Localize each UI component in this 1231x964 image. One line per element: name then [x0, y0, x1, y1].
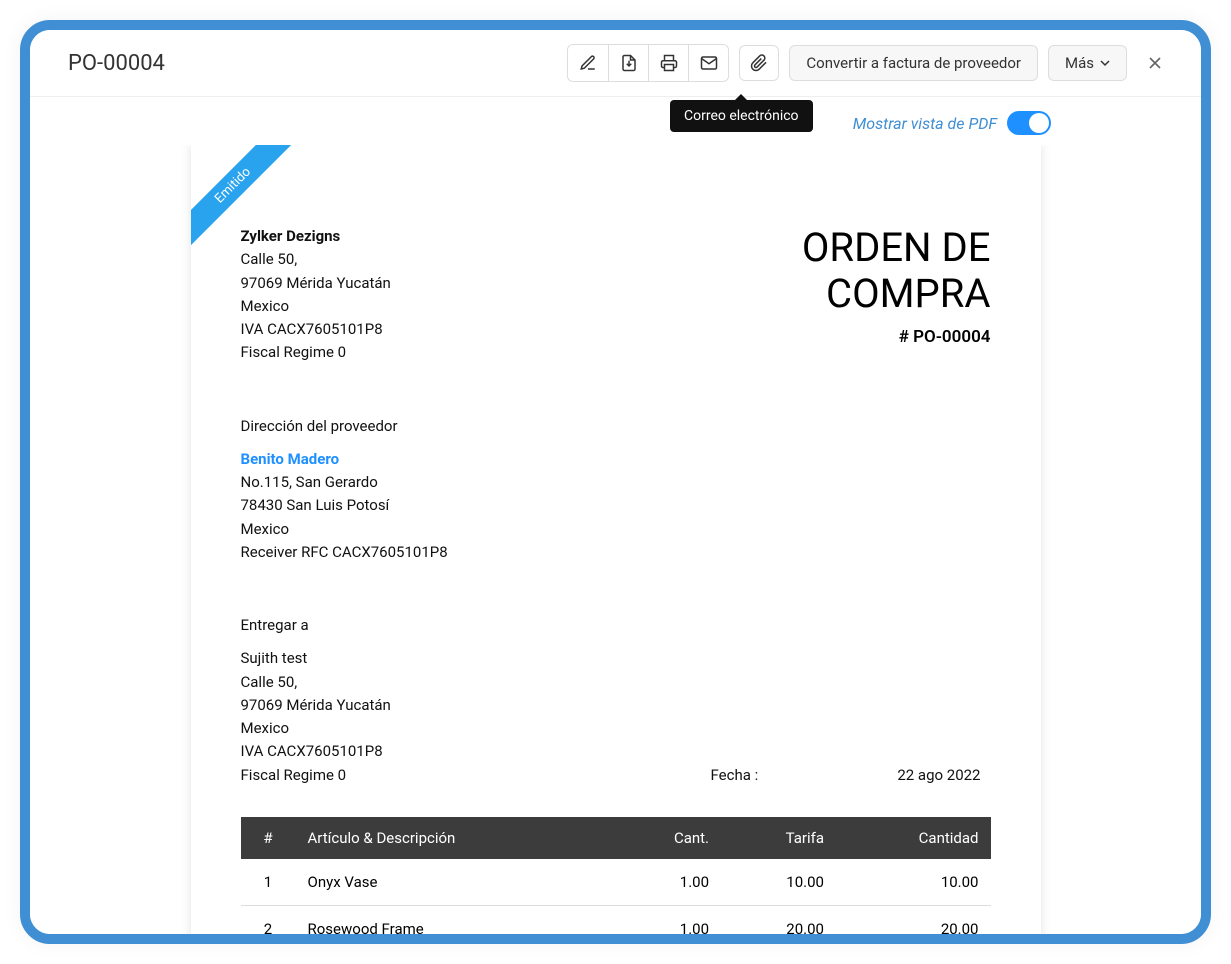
document-number: # PO-00004	[391, 327, 991, 347]
cell-amount: 10.00	[836, 859, 991, 906]
cell-desc: Onyx Vase	[296, 859, 613, 906]
cell-num: 2	[241, 905, 296, 934]
table-row: 2 Rosewood Frame 1.00 20.00 20.00	[241, 905, 991, 934]
cell-qty: 1.00	[612, 859, 721, 906]
vendor-address-label: Dirección del proveedor	[241, 415, 991, 438]
vendor-line: No.115, San Gerardo	[241, 471, 991, 494]
table-header-row: # Artículo & Descripción Cant. Tarifa Ca…	[241, 817, 991, 859]
col-rate: Tarifa	[721, 817, 836, 859]
document-title-block: ORDEN DE COMPRA # PO-00004	[391, 225, 991, 347]
more-dropdown-button[interactable]: Más	[1048, 45, 1127, 81]
pdf-view-toggle[interactable]	[1007, 111, 1051, 135]
deliver-line: IVA CACX7605101P8	[241, 740, 711, 763]
pdf-view-label: Mostrar vista de PDF	[853, 114, 997, 133]
vendor-address-section: Dirección del proveedor Benito Madero No…	[241, 415, 991, 565]
date-label: Fecha :	[711, 764, 759, 787]
sender-line: Fiscal Regime 0	[241, 341, 391, 364]
cell-rate: 20.00	[721, 905, 836, 934]
vendor-line: Mexico	[241, 518, 991, 541]
email-tooltip: Correo electrónico	[670, 100, 813, 132]
sender-line: 97069 Mérida Yucatán	[241, 272, 391, 295]
col-number: #	[241, 817, 296, 859]
vendor-line: 78430 San Luis Potosí	[241, 494, 991, 517]
convert-to-bill-button[interactable]: Convertir a factura de proveedor	[789, 45, 1038, 81]
cell-amount: 20.00	[836, 905, 991, 934]
deliver-line: Calle 50,	[241, 671, 711, 694]
document-type-line2: COMPRA	[391, 271, 991, 317]
col-quantity: Cant.	[612, 817, 721, 859]
date-value: 22 ago 2022	[897, 764, 980, 787]
page-title: PO-00004	[68, 51, 567, 76]
view-options-bar: Mostrar vista de PDF	[30, 97, 1201, 145]
convert-label: Convertir a factura de proveedor	[806, 54, 1021, 72]
line-items-table: # Artículo & Descripción Cant. Tarifa Ca…	[241, 817, 991, 934]
deliver-name: Sujith test	[241, 647, 711, 670]
deliver-line: 97069 Mérida Yucatán	[241, 694, 711, 717]
cell-num: 1	[241, 859, 296, 906]
toolbar: PO-00004	[30, 30, 1201, 97]
icon-button-group	[567, 44, 729, 82]
pdf-button[interactable]	[608, 45, 648, 81]
deliver-to-section: Entregar a Sujith test Calle 50, 97069 M…	[241, 614, 711, 787]
cell-desc: Rosewood Frame	[296, 905, 613, 934]
paperclip-icon	[750, 54, 768, 72]
printer-icon	[660, 54, 678, 72]
edit-button[interactable]	[568, 45, 608, 81]
cell-qty: 1.00	[612, 905, 721, 934]
sender-line: IVA CACX7605101P8	[241, 318, 391, 341]
pdf-file-icon	[620, 54, 638, 72]
app-frame: PO-00004	[20, 20, 1211, 944]
deliver-line: Mexico	[241, 717, 711, 740]
deliver-to-label: Entregar a	[241, 614, 711, 637]
document-type-line1: ORDEN DE	[391, 225, 991, 271]
caret-down-icon	[1100, 58, 1110, 68]
vendor-line: Receiver RFC CACX7605101P8	[241, 541, 991, 564]
col-amount: Cantidad	[836, 817, 991, 859]
status-ribbon: Emitido	[191, 145, 301, 255]
pencil-icon	[579, 54, 597, 72]
deliver-line: Fiscal Regime 0	[241, 764, 711, 787]
document-page: Emitido Zylker Dezigns Calle 50, 97069 M…	[191, 145, 1041, 934]
close-button[interactable]	[1137, 45, 1173, 81]
sender-line: Mexico	[241, 295, 391, 318]
vendor-name-link[interactable]: Benito Madero	[241, 450, 340, 468]
cell-rate: 10.00	[721, 859, 836, 906]
close-icon	[1145, 53, 1165, 73]
attachment-button[interactable]	[739, 45, 779, 81]
print-button[interactable]	[648, 45, 688, 81]
mail-icon	[700, 54, 718, 72]
table-row: 1 Onyx Vase 1.00 10.00 10.00	[241, 859, 991, 906]
date-row: Fecha : 22 ago 2022	[711, 764, 991, 787]
col-description: Artículo & Descripción	[296, 817, 613, 859]
email-button[interactable]	[688, 45, 728, 81]
document-viewport: Emitido Zylker Dezigns Calle 50, 97069 M…	[30, 145, 1201, 934]
more-label: Más	[1065, 54, 1094, 72]
status-ribbon-label: Emitido	[191, 145, 298, 251]
